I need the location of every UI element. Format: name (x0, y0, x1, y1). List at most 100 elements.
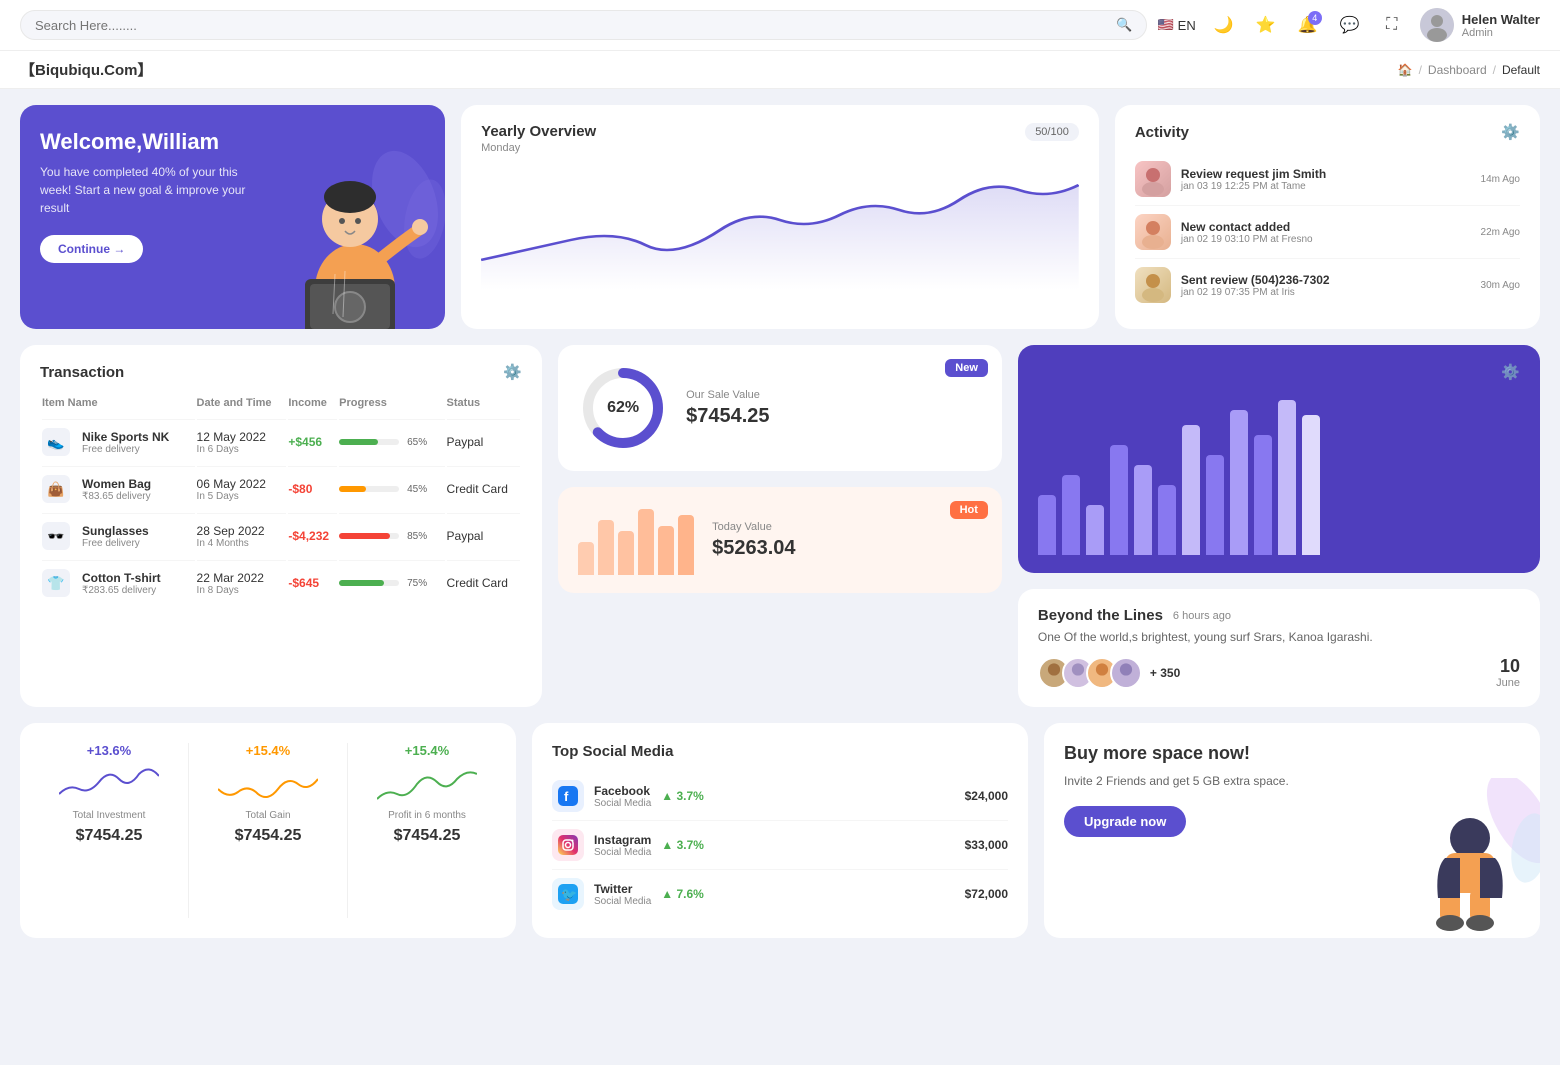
today-bar-chart (578, 505, 694, 575)
social-platform-icon (552, 829, 584, 861)
table-row: 👜 Women Bag ₹83.65 delivery 06 May 2022 … (42, 466, 520, 511)
welcome-illustration (245, 105, 445, 329)
main-content: Welcome,William You have completed 40% o… (0, 89, 1560, 954)
beyond-date: 10 (1496, 656, 1520, 677)
row-2: Transaction ⚙️ Item Name Date and Time I… (20, 345, 1540, 707)
breadcrumb: 🏠 / Dashboard / Default (1398, 63, 1540, 77)
chat-icon[interactable]: 💬 (1336, 11, 1364, 39)
social-platform-icon: f (552, 780, 584, 812)
activity-item: New contact added jan 02 19 03:10 PM at … (1135, 206, 1520, 259)
chart-settings-icon[interactable]: ⚙️ (1501, 363, 1520, 381)
social-row: Instagram Social Media ▲ 3.7% $33,000 (552, 821, 1008, 870)
social-platform-icon: 🐦 (552, 878, 584, 910)
bar-item (1038, 495, 1056, 555)
bar-item (1110, 445, 1128, 555)
fullscreen-icon[interactable]: ⛶ (1378, 11, 1406, 39)
beyond-avatars (1038, 657, 1142, 689)
activity-thumb-3 (1135, 267, 1171, 303)
beyond-date-sub: June (1496, 677, 1520, 689)
spark-profit: +15.4% Profit in 6 months $7454.25 (358, 743, 496, 918)
social-list: f Facebook Social Media ▲ 3.7% $24,000 I… (552, 772, 1008, 918)
welcome-card: Welcome,William You have completed 40% o… (20, 105, 445, 329)
star-icon[interactable]: ⭐ (1252, 11, 1280, 39)
activity-thumb-2 (1135, 214, 1171, 250)
sale-info: Our Sale Value $7454.25 (686, 389, 769, 428)
transaction-table: Item Name Date and Time Income Progress … (40, 391, 522, 607)
sparkline-card: +13.6% Total Investment $7454.25 +15.4% … (20, 723, 516, 938)
today-bar-item (578, 542, 594, 575)
spark-divider-2 (347, 743, 348, 918)
activity-content-3: Sent review (504)236-7302 jan 02 19 07:3… (1181, 273, 1471, 298)
bar-item (1302, 415, 1320, 555)
yearly-title: Yearly Overview (481, 123, 596, 140)
social-row: 🐦 Twitter Social Media ▲ 7.6% $72,000 (552, 870, 1008, 918)
activity-card: Activity ⚙️ Review request jim Smith jan… (1115, 105, 1540, 329)
new-badge: New (945, 359, 988, 377)
donut-chart: 62% (578, 363, 668, 453)
col-progress: Progress (339, 393, 444, 417)
yearly-badge: 50/100 (1025, 123, 1079, 141)
welcome-title: Welcome,William (40, 129, 271, 155)
progress-bar (339, 439, 399, 445)
yearly-header: Yearly Overview Monday 50/100 (481, 123, 1079, 154)
table-row: 🕶️ Sunglasses Free delivery 28 Sep 2022 … (42, 513, 520, 558)
activity-content-2: New contact added jan 02 19 03:10 PM at … (1181, 220, 1471, 245)
bar-item (1062, 475, 1080, 555)
breadcrumb-dashboard[interactable]: Dashboard (1428, 63, 1487, 77)
beyond-header: Beyond the Lines 6 hours ago (1038, 607, 1520, 624)
progress-bar (339, 533, 399, 539)
sale-card: New 62% Our Sale Value $7454.25 (558, 345, 1002, 471)
svg-text:🐦: 🐦 (561, 887, 577, 902)
activity-item: Sent review (504)236-7302 jan 02 19 07:3… (1135, 259, 1520, 311)
item-icon: 👕 (42, 569, 70, 597)
bar-item (1206, 455, 1224, 555)
language-selector[interactable]: 🇺🇸 EN (1157, 17, 1195, 33)
row-1: Welcome,William You have completed 40% o… (20, 105, 1540, 329)
user-name-block: Helen Walter Admin (1462, 12, 1540, 39)
hot-badge: Hot (950, 501, 988, 519)
row-3: +13.6% Total Investment $7454.25 +15.4% … (20, 723, 1540, 938)
item-icon: 🕶️ (42, 522, 70, 550)
item-icon: 👜 (42, 475, 70, 503)
search-input[interactable] (35, 18, 1108, 33)
table-row: 👟 Nike Sports NK Free delivery 12 May 20… (42, 419, 520, 464)
home-icon[interactable]: 🏠 (1398, 63, 1413, 77)
beyond-text: One Of the world,s brightest, young surf… (1038, 630, 1520, 644)
search-bar[interactable]: 🔍 (20, 10, 1147, 40)
yearly-overview-card: Yearly Overview Monday 50/100 (461, 105, 1099, 329)
activity-item: Review request jim Smith jan 03 19 12:25… (1135, 153, 1520, 206)
activity-content-1: Review request jim Smith jan 03 19 12:25… (1181, 167, 1471, 192)
main-bar-chart (1038, 395, 1520, 555)
beyond-count: + 350 (1150, 666, 1180, 680)
mid-col: New 62% Our Sale Value $7454.25 Hot (558, 345, 1002, 707)
continue-button[interactable]: Continue → (40, 235, 143, 263)
today-card: Hot Today Value $5263.04 (558, 487, 1002, 593)
bar-item (1086, 505, 1104, 555)
spark-investment: +13.6% Total Investment $7454.25 (40, 743, 178, 918)
transaction-title: Transaction (40, 364, 124, 381)
col-income: Income (288, 393, 337, 417)
today-info: Today Value $5263.04 (712, 521, 795, 560)
notification-bell[interactable]: 🔔 4 (1294, 11, 1322, 39)
table-row: 👕 Cotton T-shirt ₹283.65 delivery 22 Mar… (42, 560, 520, 605)
svg-text:f: f (564, 789, 569, 804)
topnav-actions: 🇺🇸 EN 🌙 ⭐ 🔔 4 💬 ⛶ Helen Walter Admin (1157, 8, 1540, 42)
avatar (1420, 8, 1454, 42)
bar-chart-card: ⚙️ (1018, 345, 1540, 573)
right-col: ⚙️ Beyond the Lines 6 hours ago One Of t… (1018, 345, 1540, 707)
bar-item (1278, 400, 1296, 555)
upgrade-button[interactable]: Upgrade now (1064, 806, 1186, 837)
beyond-avatar-4 (1110, 657, 1142, 689)
bar-item (1134, 465, 1152, 555)
user-profile[interactable]: Helen Walter Admin (1420, 8, 1540, 42)
upgrade-card: Buy more space now! Invite 2 Friends and… (1044, 723, 1540, 938)
upgrade-title: Buy more space now! (1064, 743, 1338, 764)
activity-thumb-1 (1135, 161, 1171, 197)
transaction-header: Transaction ⚙️ (40, 363, 522, 381)
activity-settings-icon[interactable]: ⚙️ (1501, 123, 1520, 141)
progress-bar (339, 486, 399, 492)
topnav: 🔍 🇺🇸 EN 🌙 ⭐ 🔔 4 💬 ⛶ Helen Walter Admin (0, 0, 1560, 51)
beyond-time: 6 hours ago (1173, 610, 1231, 622)
transaction-settings-icon[interactable]: ⚙️ (503, 363, 522, 381)
dark-mode-toggle[interactable]: 🌙 (1210, 11, 1238, 39)
